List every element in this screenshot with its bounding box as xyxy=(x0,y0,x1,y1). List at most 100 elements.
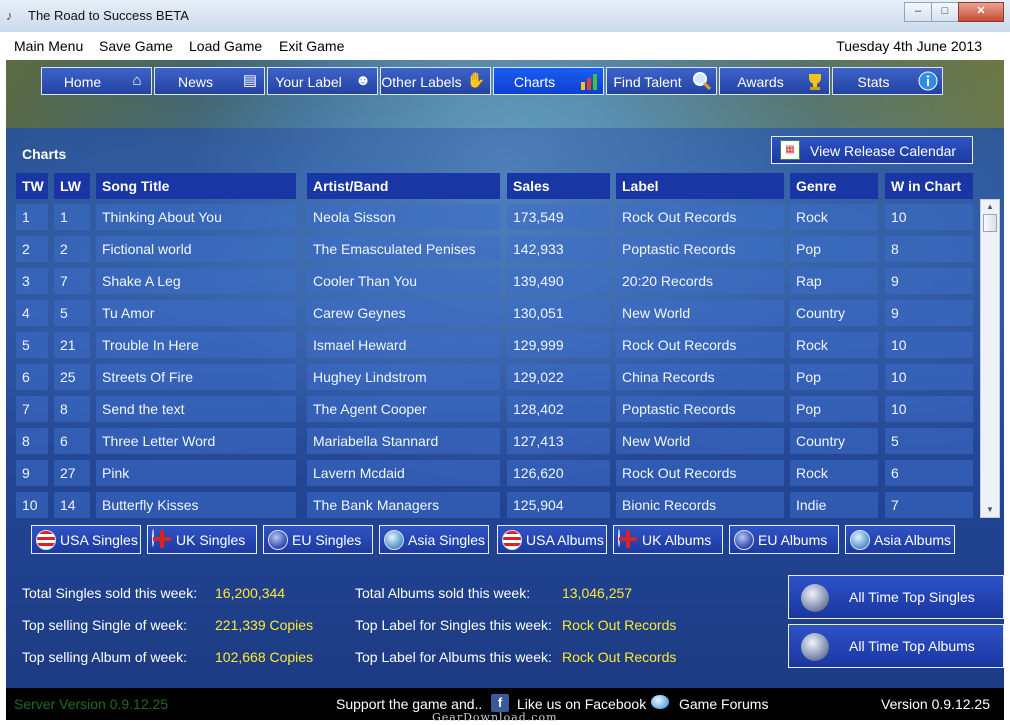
nav-home[interactable]: Home ⌂ xyxy=(41,67,152,95)
nav-home-label: Home xyxy=(63,74,102,90)
cell-col-label: Rock Out Records xyxy=(616,332,784,358)
cell-col-sales: 142,933 xyxy=(507,236,610,262)
game-forums-link[interactable]: Game Forums xyxy=(679,696,768,712)
window-title: The Road to Success BETA xyxy=(28,8,189,23)
view-release-calendar-button[interactable]: ▦ View Release Calendar xyxy=(771,136,973,164)
header-col-lw[interactable]: LW xyxy=(54,173,90,199)
table-row[interactable]: 2 2 Fictional world The Emasculated Penises… xyxy=(16,236,973,262)
charts-section-title: Charts xyxy=(22,146,67,162)
nav-stats-label: Stats xyxy=(857,74,890,90)
cell-col-weeks: 9 xyxy=(885,300,973,326)
header-col-sales[interactable]: Sales xyxy=(507,173,610,199)
table-row[interactable]: 6 25 Streets Of Fire Hughey Lindstrom 129,02… xyxy=(16,364,973,390)
speech-bubble-icon[interactable] xyxy=(651,695,669,709)
cell-col-song-title: Send the text xyxy=(96,396,296,422)
header-col-label[interactable]: Label xyxy=(616,173,784,199)
cell-col-weeks: 6 xyxy=(885,460,973,486)
cell-col-sales: 129,022 xyxy=(507,364,610,390)
nav-your-label[interactable]: Your Label ☻ xyxy=(267,67,378,95)
cell-col-tw: 1 xyxy=(16,204,48,230)
total-singles-value: 16,200,344 xyxy=(215,585,286,601)
nav-charts-label: Charts xyxy=(513,74,556,90)
header-col-artist[interactable]: Artist/Band xyxy=(307,173,500,199)
uk-singles-button[interactable]: UK Singles xyxy=(147,525,257,554)
cell-col-lw: 25 xyxy=(54,364,90,390)
header-col-tw[interactable]: TW xyxy=(16,173,48,199)
maximize-button[interactable]: □ xyxy=(931,2,959,22)
scroll-thumb[interactable] xyxy=(983,214,997,232)
cell-col-weeks: 10 xyxy=(885,396,973,422)
header-col-song-title[interactable]: Song Title xyxy=(96,173,296,199)
asia-albums-button[interactable]: Asia Albums xyxy=(845,525,955,554)
table-row[interactable]: 4 5 Tu Amor Carew Geynes 130,051 New World Cou… xyxy=(16,300,973,326)
all-time-top-albums-label: All Time Top Albums xyxy=(849,638,975,654)
usa-albums-button[interactable]: USA Albums xyxy=(497,525,607,554)
top-label-albums-value: Rock Out Records xyxy=(562,649,677,665)
uk-flag-icon xyxy=(152,529,154,547)
game-date: Tuesday 4th June 2013 xyxy=(836,38,982,54)
close-button[interactable]: ✕ xyxy=(958,2,1004,22)
header-col-weeks[interactable]: W in Chart xyxy=(885,173,973,199)
minimize-button[interactable]: – xyxy=(904,2,932,22)
cell-col-tw: 8 xyxy=(16,428,48,454)
menu-save-game[interactable]: Save Game xyxy=(99,38,173,54)
eu-singles-button[interactable]: EU Singles xyxy=(263,525,373,554)
cell-col-song-title: Pink xyxy=(96,460,296,486)
client-version: Version 0.9.12.25 xyxy=(881,696,990,712)
cell-col-tw: 5 xyxy=(16,332,48,358)
scroll-down-icon[interactable]: ▼ xyxy=(981,503,999,517)
menu-load-game[interactable]: Load Game xyxy=(189,38,262,54)
support-text: Support the game and.. xyxy=(336,696,483,712)
nav-other-labels[interactable]: Other Labels ✋ xyxy=(380,67,491,95)
eu-albums-label: EU Albums xyxy=(758,532,828,548)
cell-col-sales: 130,051 xyxy=(507,300,610,326)
top-label-singles-label: Top Label for Singles this week: xyxy=(355,617,552,633)
nav-find-talent[interactable]: Find Talent xyxy=(606,67,717,95)
total-singles-label: Total Singles sold this week: xyxy=(22,585,198,601)
cell-col-weeks: 7 xyxy=(885,492,973,518)
nav-charts[interactable]: Charts xyxy=(493,67,604,95)
cell-col-lw: 27 xyxy=(54,460,90,486)
cell-col-artist: Cooler Than You xyxy=(307,268,500,294)
cell-col-weeks: 5 xyxy=(885,428,973,454)
cell-col-genre: Rock xyxy=(790,332,878,358)
scroll-up-icon[interactable]: ▲ xyxy=(981,200,999,214)
cell-col-label: New World xyxy=(616,428,784,454)
facebook-link[interactable]: Like us on Facebook xyxy=(517,696,646,712)
table-row[interactable]: 1 1 Thinking About You Neola Sisson 173,549 R… xyxy=(16,204,973,230)
table-row[interactable]: 9 27 Pink Lavern Mcdaid 126,620 Rock Out Reco… xyxy=(16,460,973,486)
house-icon: ⌂ xyxy=(132,72,142,89)
all-time-top-singles-label: All Time Top Singles xyxy=(849,589,975,605)
table-scrollbar[interactable]: ▲ ▼ xyxy=(980,199,1000,518)
asia-singles-button[interactable]: Asia Singles xyxy=(379,525,489,554)
table-row[interactable]: 10 14 Butterfly Kisses The Bank Managers 125… xyxy=(16,492,973,518)
menu-exit-game[interactable]: Exit Game xyxy=(279,38,344,54)
header-col-genre[interactable]: Genre xyxy=(790,173,878,199)
facebook-icon[interactable]: f xyxy=(491,694,509,712)
cell-col-label: Bionic Records xyxy=(616,492,784,518)
cell-col-genre: Rock xyxy=(790,460,878,486)
top-single-value: 221,339 Copies xyxy=(215,617,314,633)
cell-col-song-title: Trouble In Here xyxy=(96,332,296,358)
all-time-top-albums-button[interactable]: All Time Top Albums xyxy=(788,624,1004,668)
table-row[interactable]: 3 7 Shake A Leg Cooler Than You 139,490 20:20… xyxy=(16,268,973,294)
all-time-top-singles-button[interactable]: All Time Top Singles xyxy=(788,575,1004,619)
info-icon xyxy=(918,71,938,91)
top-album-label: Top selling Album of week: xyxy=(22,649,187,665)
top-label-albums-label: Top Label for Albums this week: xyxy=(355,649,552,665)
nav-stats[interactable]: Stats xyxy=(832,67,943,95)
usa-singles-button[interactable]: USA Singles xyxy=(31,525,141,554)
nav-news[interactable]: News ▤ xyxy=(154,67,265,95)
table-row[interactable]: 8 6 Three Letter Word Mariabella Stannard 12… xyxy=(16,428,973,454)
table-row[interactable]: 7 8 Send the text The Agent Cooper 128,402 Po… xyxy=(16,396,973,422)
table-row[interactable]: 5 21 Trouble In Here Ismael Heward 129,999 Ro… xyxy=(16,332,973,358)
cell-col-genre: Pop xyxy=(790,364,878,390)
nav-awards[interactable]: Awards xyxy=(719,67,830,95)
title-bar: ♪ The Road to Success BETA – □ ✕ xyxy=(0,0,1010,33)
uk-albums-button[interactable]: UK Albums xyxy=(613,525,723,554)
cell-col-genre: Rap xyxy=(790,268,878,294)
cell-col-tw: 3 xyxy=(16,268,48,294)
eu-albums-button[interactable]: EU Albums xyxy=(729,525,839,554)
menu-main-menu[interactable]: Main Menu xyxy=(14,38,83,54)
eu-singles-label: EU Singles xyxy=(292,532,362,548)
